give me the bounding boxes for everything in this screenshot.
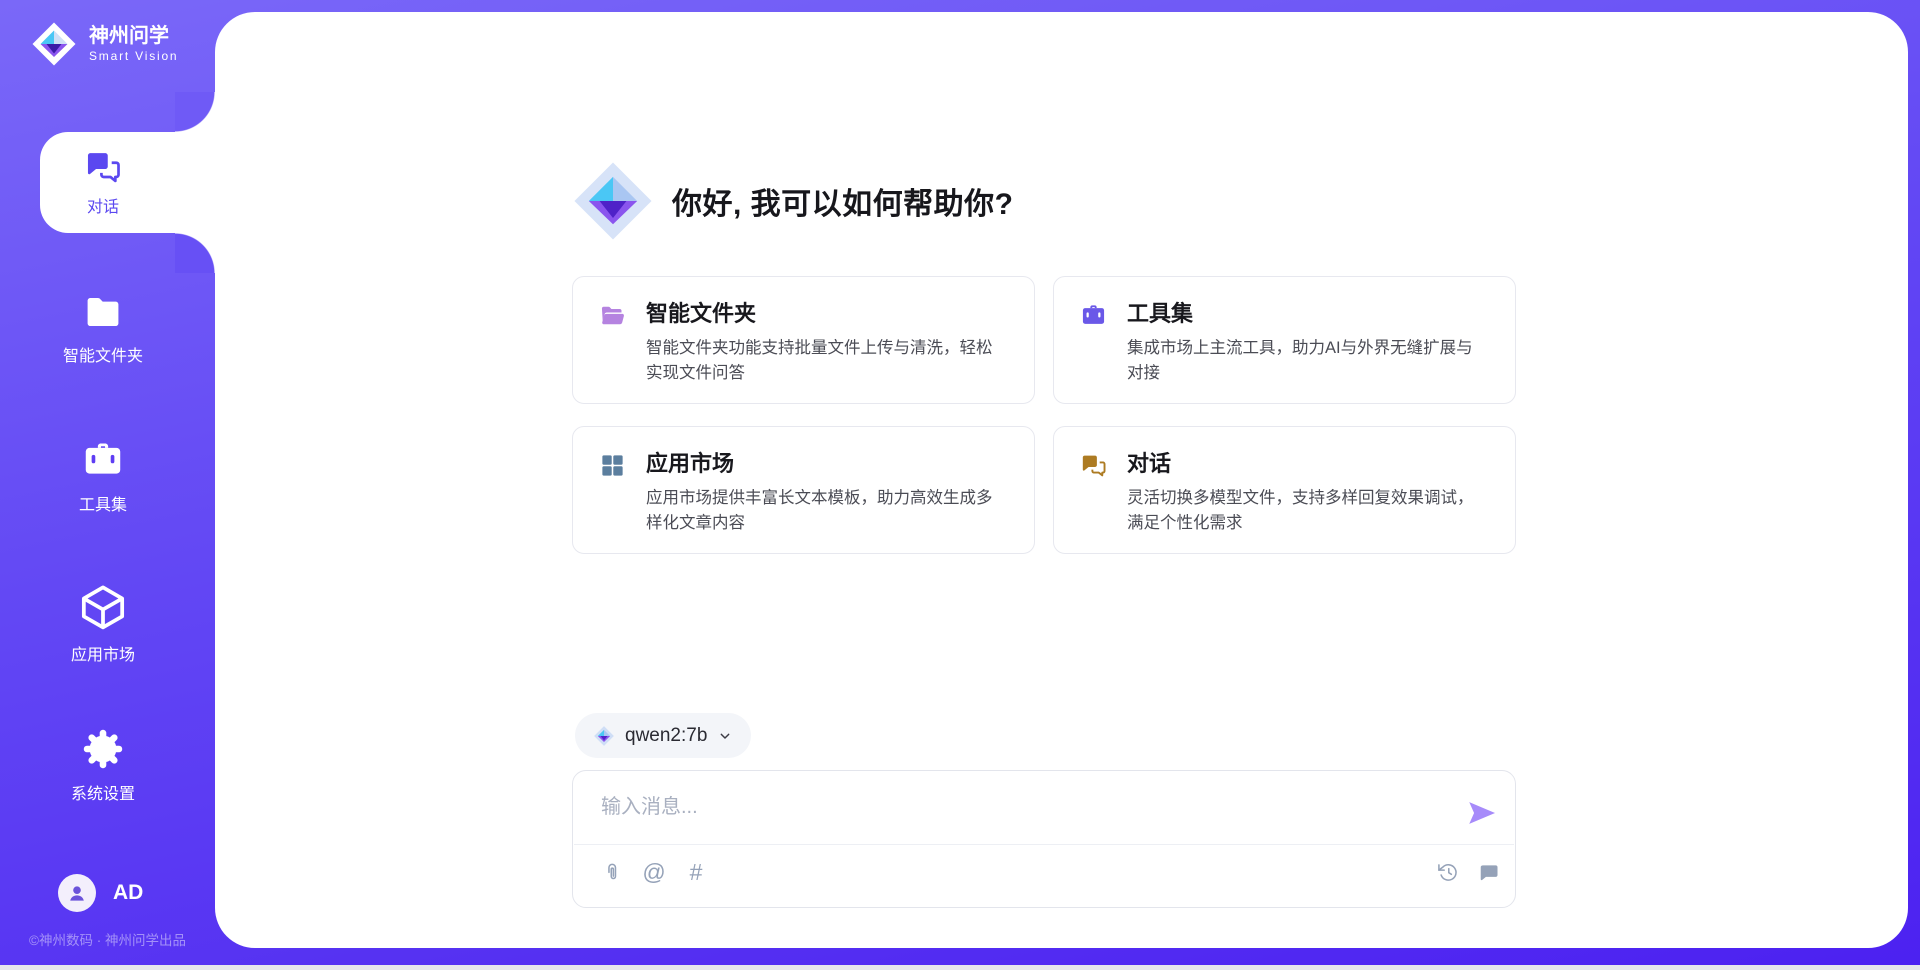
chat-icon	[1080, 452, 1107, 479]
composer-toolbar-left: @ #	[599, 859, 709, 885]
brand-name: 神州问学	[89, 25, 178, 48]
toolbox-icon	[1080, 302, 1107, 329]
active-tab-fillet-bottom	[175, 233, 215, 273]
sidebar-item-toolset[interactable]: 工具集	[0, 438, 206, 515]
person-icon	[65, 881, 89, 905]
card-body: 工具集 集成市场上主流工具，助力AI与外界无缝扩展与对接	[1127, 301, 1489, 403]
user-profile[interactable]: AD	[58, 874, 143, 912]
feature-cards: 智能文件夹 智能文件夹功能支持批量文件上传与清洗，轻松实现文件问答 工具集 集成…	[572, 276, 1516, 554]
sidebar-item-label: 智能文件夹	[63, 342, 143, 366]
greeting-text: 你好, 我可以如何帮助你?	[672, 179, 1014, 223]
chevron-down-icon	[717, 728, 733, 744]
brand-gem-icon	[30, 20, 78, 68]
message-input[interactable]	[599, 788, 1443, 840]
sidebar-item-label: 工具集	[79, 491, 127, 515]
hash-icon: #	[690, 861, 703, 884]
sidebar-item-label: 应用市场	[71, 641, 135, 665]
feature-card-smart-folder[interactable]: 智能文件夹 智能文件夹功能支持批量文件上传与清洗，轻松实现文件问答	[572, 276, 1035, 404]
send-button[interactable]	[1465, 796, 1499, 830]
model-name: qwen2:7b	[625, 725, 707, 747]
active-tab-fillet-top	[175, 92, 215, 132]
send-icon	[1465, 796, 1499, 830]
grid-icon	[599, 452, 626, 479]
brand-gem-icon	[570, 158, 656, 244]
sidebar-item-app-market[interactable]: 应用市场	[0, 582, 206, 665]
open-folder-icon	[599, 302, 626, 329]
chat-bubble-icon	[1477, 861, 1500, 884]
folder-icon	[82, 291, 124, 333]
greeting: 你好, 我可以如何帮助你?	[570, 158, 1014, 244]
card-title: 对话	[1127, 451, 1489, 477]
toolbox-icon	[81, 438, 125, 482]
main-panel: 你好, 我可以如何帮助你? 智能文件夹 智能文件夹功能支持批量文件上传与清洗，轻…	[215, 12, 1908, 948]
topic-button[interactable]: #	[683, 859, 709, 885]
card-description: 智能文件夹功能支持批量文件上传与清洗，轻松实现文件问答	[646, 336, 1008, 386]
feature-card-app-market[interactable]: 应用市场 应用市场提供丰富长文本模板，助力高效生成多样化文章内容	[572, 426, 1035, 554]
brand-subtitle: Smart Vision	[89, 49, 178, 63]
history-icon	[1437, 861, 1460, 884]
sidebar-item-smart-folder[interactable]: 智能文件夹	[0, 291, 206, 366]
card-title: 应用市场	[646, 451, 1008, 477]
app-logo: 神州问学 Smart Vision	[30, 20, 178, 68]
card-description: 灵活切换多模型文件，支持多样回复效果调试，满足个性化需求	[1127, 486, 1489, 536]
card-description: 应用市场提供丰富长文本模板，助力高效生成多样化文章内容	[646, 486, 1008, 536]
chat-icon	[84, 148, 122, 186]
card-body: 应用市场 应用市场提供丰富长文本模板，助力高效生成多样化文章内容	[646, 451, 1008, 553]
user-name: AD	[113, 881, 143, 905]
composer-divider	[574, 844, 1514, 845]
sidebar-item-label: 系统设置	[71, 780, 135, 804]
sidebar-item-chat[interactable]: 对话	[0, 132, 206, 233]
paperclip-icon	[601, 861, 624, 884]
app-window: 你好, 我可以如何帮助你? 智能文件夹 智能文件夹功能支持批量文件上传与清洗，轻…	[0, 0, 1920, 970]
feature-card-chat[interactable]: 对话 灵活切换多模型文件，支持多样回复效果调试，满足个性化需求	[1053, 426, 1516, 554]
card-description: 集成市场上主流工具，助力AI与外界无缝扩展与对接	[1127, 336, 1489, 386]
composer: @ #	[572, 770, 1516, 908]
mention-button[interactable]: @	[641, 859, 667, 885]
feature-card-toolset[interactable]: 工具集 集成市场上主流工具，助力AI与外界无缝扩展与对接	[1053, 276, 1516, 404]
sidebar-item-label: 对话	[87, 193, 119, 217]
history-button[interactable]	[1435, 859, 1461, 885]
card-title: 工具集	[1127, 301, 1489, 327]
model-selector[interactable]: qwen2:7b	[575, 713, 751, 758]
card-body: 智能文件夹 智能文件夹功能支持批量文件上传与清洗，轻松实现文件问答	[646, 301, 1008, 403]
attach-button[interactable]	[599, 859, 625, 885]
sidebar-item-settings[interactable]: 系统设置	[0, 727, 206, 804]
at-icon: @	[642, 861, 665, 884]
window-bottom-edge	[0, 965, 1920, 970]
avatar	[58, 874, 96, 912]
composer-toolbar-right	[1435, 859, 1501, 885]
cube-icon	[78, 582, 128, 632]
model-gem-icon	[593, 725, 615, 747]
card-title: 智能文件夹	[646, 301, 1008, 327]
gear-icon	[81, 727, 125, 771]
chat-mode-button[interactable]	[1475, 859, 1501, 885]
brand-text: 神州问学 Smart Vision	[89, 25, 178, 63]
card-body: 对话 灵活切换多模型文件，支持多样回复效果调试，满足个性化需求	[1127, 451, 1489, 553]
copyright-text: ©神州数码 · 神州问学出品	[0, 929, 215, 949]
